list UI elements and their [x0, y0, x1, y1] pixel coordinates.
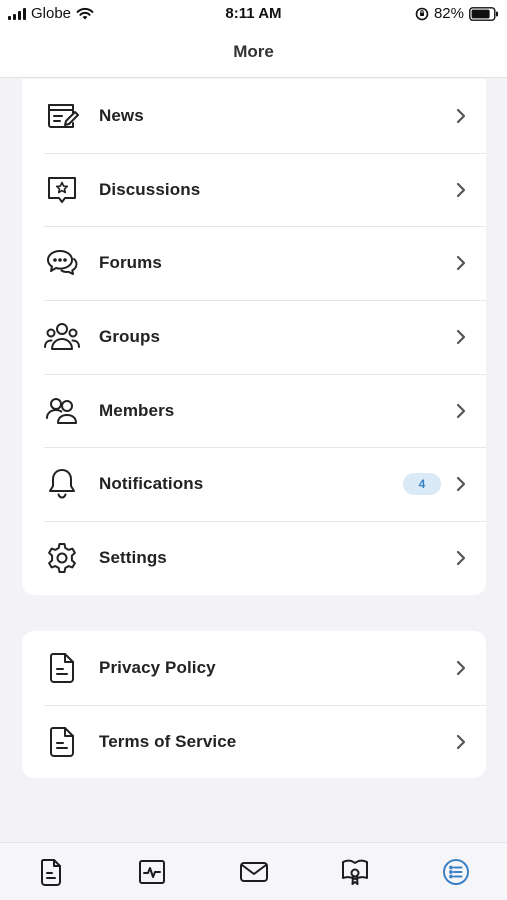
book-icon [342, 859, 368, 885]
chevron-right-icon [454, 180, 468, 200]
tab-activity[interactable] [135, 855, 169, 889]
news-icon [42, 96, 82, 136]
menu-item-discussions[interactable]: Discussions [22, 152, 486, 227]
activity-icon [139, 860, 165, 884]
menu-item-label: Discussions [99, 179, 201, 199]
tab-documents[interactable] [34, 855, 68, 889]
members-icon [42, 391, 82, 431]
gear-icon [42, 538, 82, 578]
list-icon [443, 859, 469, 885]
menu-item-privacy-policy[interactable]: Privacy Policy [22, 631, 486, 705]
menu-item-terms-of-service[interactable]: Terms of Service [22, 704, 486, 778]
mail-icon [240, 862, 268, 882]
forums-icon [42, 243, 82, 283]
battery-icon [469, 6, 498, 21]
chevron-right-icon [454, 658, 468, 678]
menu-item-label: Members [99, 400, 175, 420]
menu-item-settings[interactable]: Settings [22, 521, 486, 595]
battery-percent: 82% [433, 5, 464, 22]
tab-courses[interactable] [338, 855, 372, 889]
document-icon [41, 859, 61, 886]
menu-item-groups[interactable]: Groups [22, 300, 486, 374]
menu-item-members[interactable]: Members [22, 373, 486, 448]
chevron-right-icon [454, 401, 468, 421]
menu-item-label: Groups [99, 326, 161, 346]
bell-icon [42, 464, 82, 504]
nav-header: More [0, 28, 507, 78]
menu-card: News Discussions Forums Groups Members N… [22, 79, 486, 595]
document-icon [42, 648, 82, 688]
groups-icon [42, 317, 82, 357]
orientation-lock-icon [415, 7, 429, 20]
menu-item-label: Forums [99, 253, 162, 273]
menu-item-forums[interactable]: Forums [22, 226, 486, 300]
menu-item-label: Notifications [99, 474, 204, 494]
chevron-right-icon [454, 474, 468, 494]
tab-bar [0, 842, 507, 900]
tab-messages[interactable] [237, 855, 271, 889]
menu-item-news[interactable]: News [22, 79, 486, 153]
chevron-right-icon [454, 548, 468, 568]
status-bar: Globe 8:11 AM 82% [0, 0, 507, 28]
discussion-icon [42, 170, 82, 210]
legal-card: Privacy Policy Terms of Service [22, 631, 486, 778]
chevron-right-icon [454, 327, 468, 347]
menu-item-label: Privacy Policy [99, 657, 216, 677]
menu-item-label: Terms of Service [99, 731, 237, 751]
chevron-right-icon [454, 732, 468, 752]
menu-item-label: Settings [99, 547, 167, 567]
chevron-right-icon [454, 253, 468, 273]
chevron-right-icon [454, 106, 468, 126]
screen: Globe 8:11 AM 82% More News Discussions … [0, 0, 507, 900]
document-icon [42, 722, 82, 762]
menu-item-notifications[interactable]: Notifications 4 [22, 447, 486, 521]
status-right: 82% [415, 5, 499, 22]
menu-item-label: News [99, 105, 144, 125]
tab-more[interactable] [439, 855, 473, 889]
notification-count-badge: 4 [403, 473, 441, 496]
page-title: More [233, 42, 274, 61]
